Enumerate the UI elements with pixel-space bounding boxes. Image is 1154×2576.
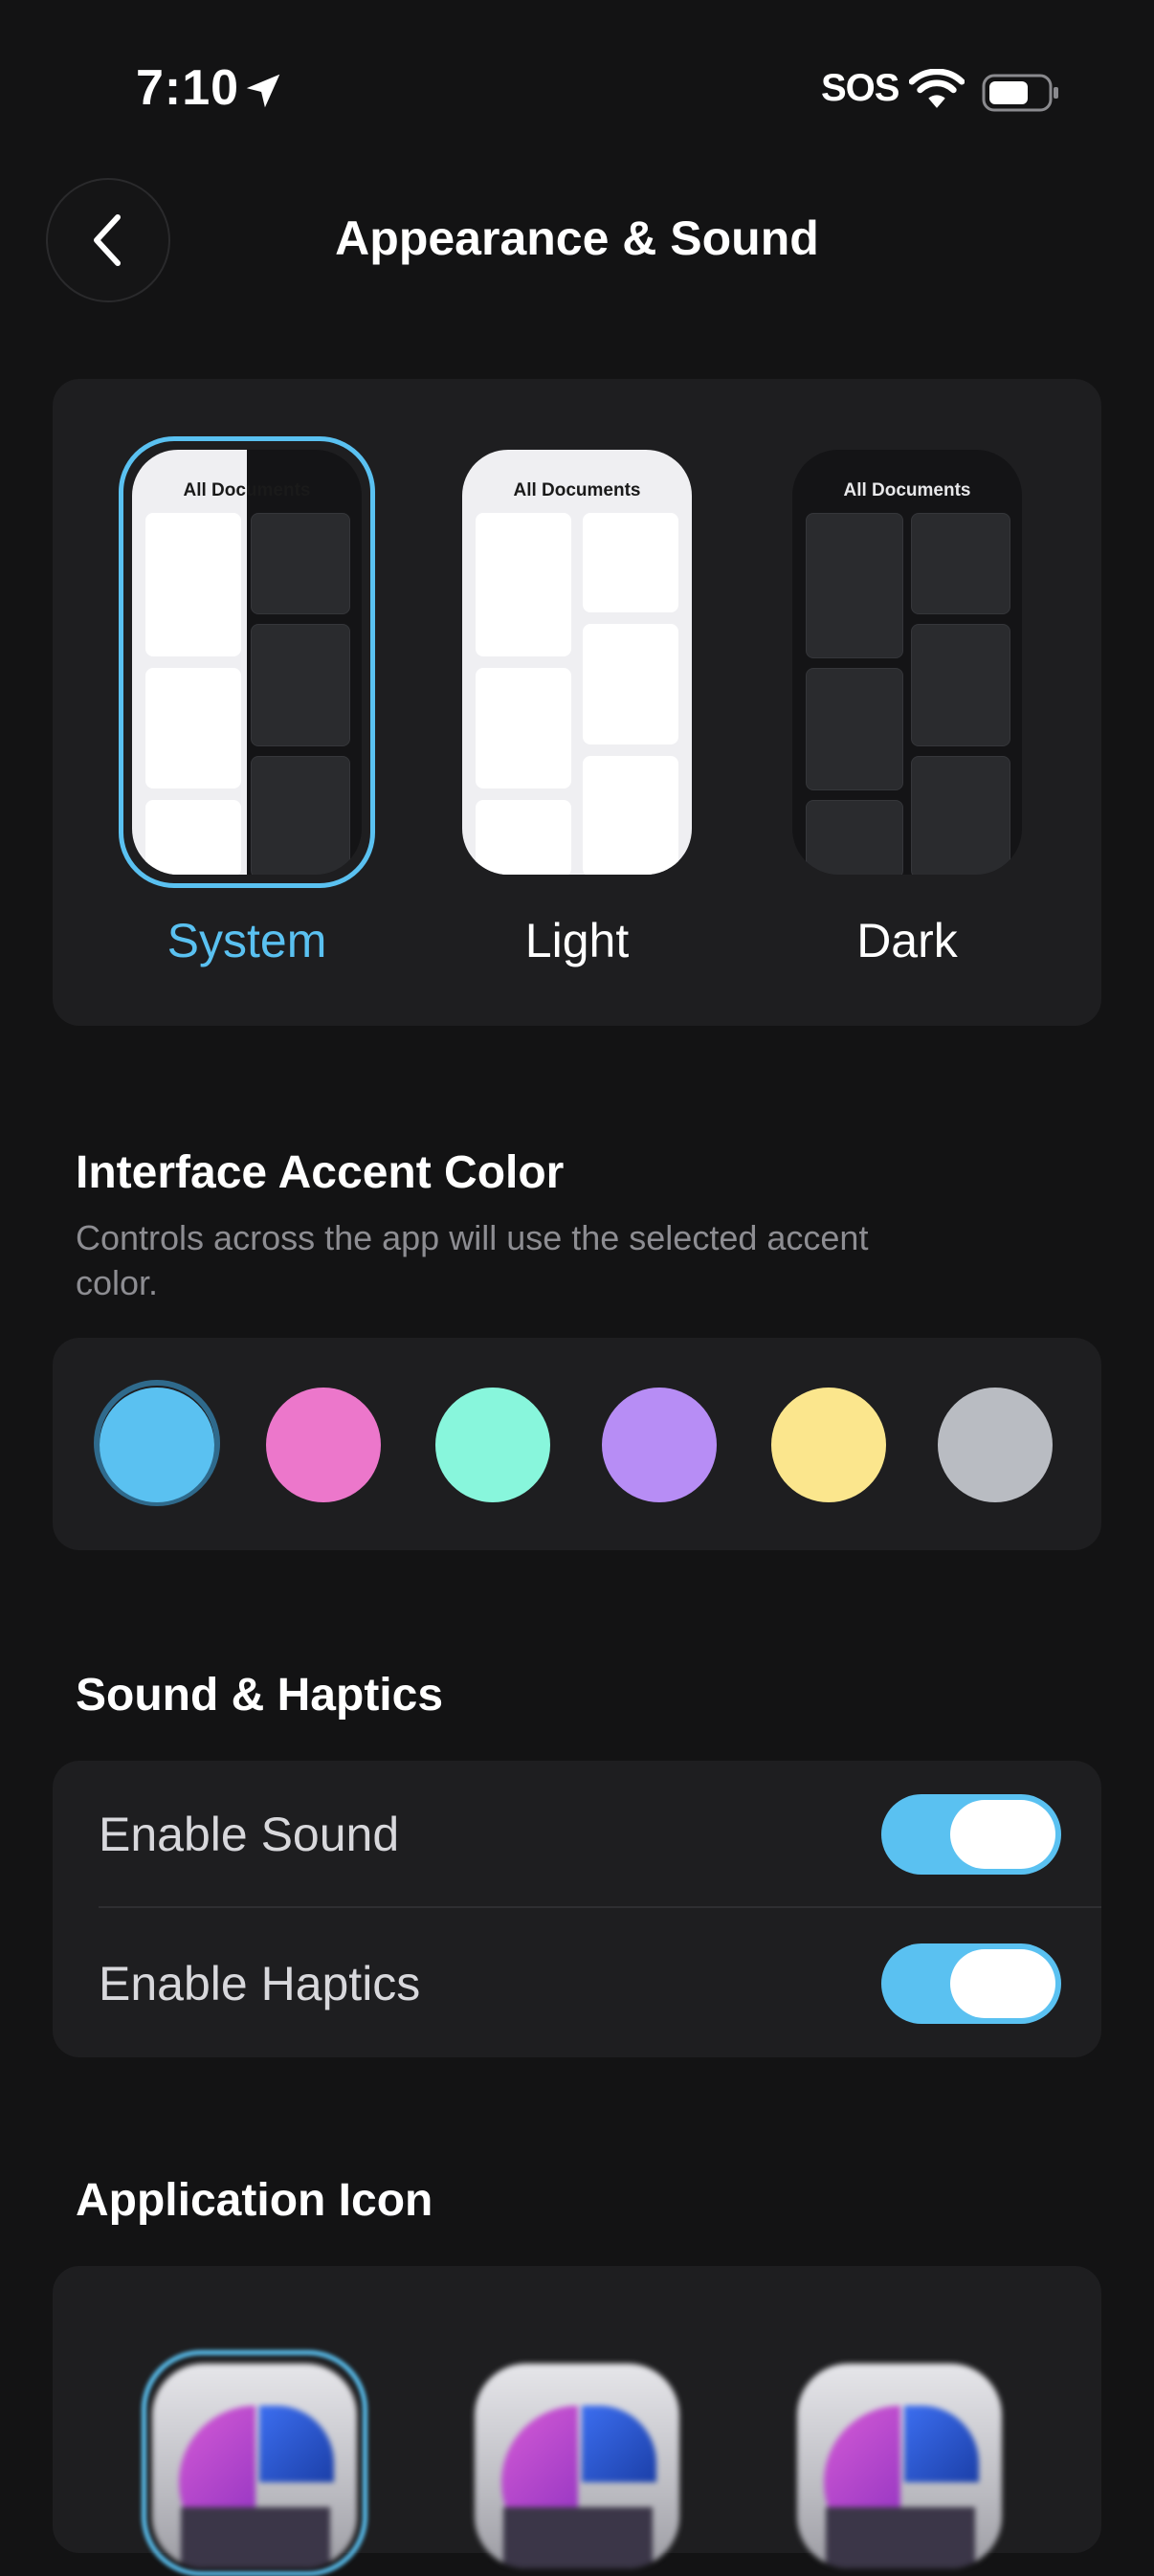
toggle-knob: [950, 1800, 1055, 1869]
preview-title: All Documents: [183, 480, 311, 500]
toggle-knob: [950, 1949, 1055, 2018]
accent-swatch-yellow[interactable]: [771, 1388, 886, 1502]
accent-swatch-pink[interactable]: [266, 1388, 381, 1502]
accent-heading: Interface Accent Color: [76, 1147, 565, 1198]
enable-sound-toggle[interactable]: [881, 1794, 1061, 1875]
preview-title: All Documents: [513, 480, 641, 500]
sound-heading: Sound & Haptics: [76, 1670, 444, 1721]
app-icon-option-3[interactable]: [797, 2364, 1002, 2568]
wifi-icon: [909, 69, 965, 108]
app-icon-option-2[interactable]: [475, 2364, 679, 2568]
accent-swatch-mint[interactable]: [435, 1388, 550, 1502]
light-preview: All Documents: [462, 450, 692, 875]
app-icon-heading: Application Icon: [76, 2175, 433, 2226]
accent-swatch-gray[interactable]: [938, 1388, 1053, 1502]
enable-sound-label: Enable Sound: [99, 1808, 400, 1861]
accent-description: Controls across the app will use the sel…: [76, 1218, 869, 1302]
accent-swatch-blue[interactable]: [100, 1388, 214, 1502]
system-preview: All Documents: [132, 450, 362, 875]
accent-swatch-purple[interactable]: [602, 1388, 717, 1502]
page-title: Appearance & Sound: [335, 211, 819, 265]
theme-label-dark: Dark: [856, 914, 958, 967]
theme-label-light: Light: [524, 914, 630, 967]
enable-haptics-label: Enable Haptics: [99, 1957, 421, 2010]
row-divider: [99, 1906, 1101, 1908]
app-icon-option-1[interactable]: [152, 2364, 357, 2568]
theme-label-system: System: [166, 914, 327, 967]
dark-preview: All Documents: [792, 450, 1022, 875]
status-time: 7:10: [136, 60, 240, 116]
location-arrow-icon: [246, 74, 280, 108]
preview-title: All Documents: [843, 480, 971, 500]
sos-indicator: SOS: [821, 67, 899, 109]
enable-haptics-toggle[interactable]: [881, 1943, 1061, 2024]
battery-icon: [982, 74, 1058, 112]
